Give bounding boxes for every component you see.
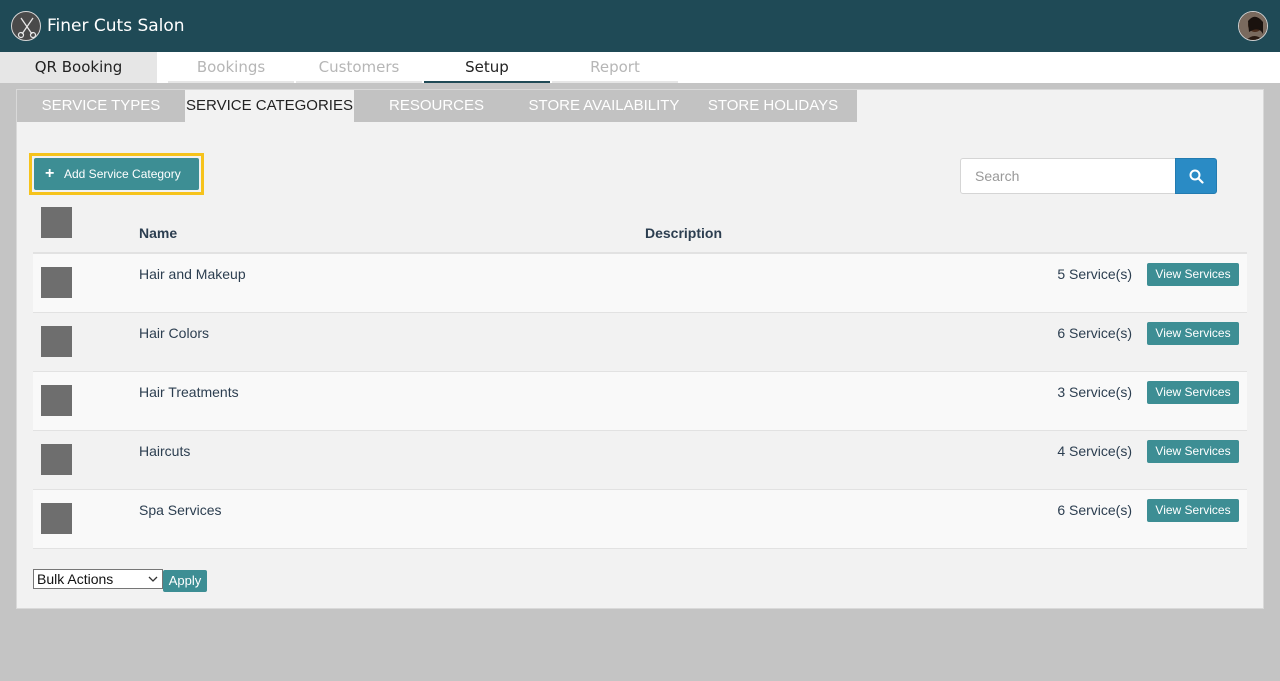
- add-service-category-button[interactable]: + Add Service Category: [34, 158, 199, 190]
- search-input[interactable]: Search: [960, 158, 1176, 194]
- setup-panel: SERVICE TYPES SERVICE CATEGORIES RESOURC…: [16, 89, 1264, 609]
- chevron-down-icon: [148, 576, 158, 582]
- app-title: Finer Cuts Salon: [47, 16, 185, 36]
- table-row: Hair Treatments 3 Service(s) View Servic…: [33, 372, 1247, 431]
- tab-bookings[interactable]: Bookings: [168, 52, 294, 83]
- main-nav: QR Booking Bookings Customers Setup Repo…: [0, 52, 1280, 83]
- subtab-store-holidays[interactable]: STORE HOLIDAYS: [689, 90, 857, 122]
- column-header-name: Name: [139, 225, 178, 241]
- row-checkbox[interactable]: [41, 385, 72, 416]
- table-row: Spa Services 6 Service(s) View Services: [33, 490, 1247, 549]
- row-service-count: 6 Service(s): [1057, 325, 1132, 341]
- tab-setup[interactable]: Setup: [424, 52, 550, 83]
- row-name: Hair Treatments: [139, 384, 239, 400]
- row-service-count: 6 Service(s): [1057, 502, 1132, 518]
- search-icon: [1189, 169, 1204, 184]
- row-checkbox[interactable]: [41, 503, 72, 534]
- service-categories-table: Name Description Hair and Makeup 5 Servi…: [33, 200, 1247, 549]
- row-checkbox[interactable]: [41, 267, 72, 298]
- row-service-count: 4 Service(s): [1057, 443, 1132, 459]
- subtab-store-availability[interactable]: STORE AVAILABILITY: [519, 90, 689, 122]
- subtab-resources[interactable]: RESOURCES: [354, 90, 519, 122]
- row-name: Hair and Makeup: [139, 266, 246, 282]
- table-row: Hair Colors 6 Service(s) View Services: [33, 313, 1247, 372]
- subtab-service-categories[interactable]: SERVICE CATEGORIES: [185, 90, 354, 122]
- scissors-logo-icon: [11, 11, 41, 41]
- search-button[interactable]: [1175, 158, 1217, 194]
- tab-customers[interactable]: Customers: [296, 52, 422, 83]
- user-avatar[interactable]: [1238, 11, 1268, 41]
- view-services-button[interactable]: View Services: [1147, 322, 1239, 345]
- row-service-count: 5 Service(s): [1057, 266, 1132, 282]
- column-header-description: Description: [645, 225, 723, 241]
- view-services-button[interactable]: View Services: [1147, 499, 1239, 522]
- table-header: Name Description: [33, 200, 1247, 254]
- table-row: Haircuts 4 Service(s) View Services: [33, 431, 1247, 490]
- view-services-button[interactable]: View Services: [1147, 381, 1239, 404]
- view-services-button[interactable]: View Services: [1147, 263, 1239, 286]
- select-all-checkbox[interactable]: [41, 207, 72, 238]
- row-name: Spa Services: [139, 502, 222, 518]
- tab-report[interactable]: Report: [552, 52, 678, 83]
- table-row: Hair and Makeup 5 Service(s) View Servic…: [33, 254, 1247, 313]
- row-checkbox[interactable]: [41, 444, 72, 475]
- view-services-button[interactable]: View Services: [1147, 440, 1239, 463]
- bulk-actions-value: Bulk Actions: [37, 571, 114, 587]
- row-name: Hair Colors: [139, 325, 210, 341]
- row-checkbox[interactable]: [41, 326, 72, 357]
- top-bar: Finer Cuts Salon: [0, 0, 1280, 52]
- row-service-count: 3 Service(s): [1057, 384, 1132, 400]
- apply-button[interactable]: Apply: [163, 570, 207, 592]
- row-name: Haircuts: [139, 443, 191, 459]
- tab-qr-booking[interactable]: QR Booking: [0, 52, 157, 83]
- subtab-service-types[interactable]: SERVICE TYPES: [17, 90, 185, 122]
- add-service-category-label: Add Service Category: [64, 167, 181, 181]
- bulk-actions-select[interactable]: Bulk Actions: [33, 569, 163, 589]
- add-button-highlight: + Add Service Category: [29, 153, 204, 195]
- plus-icon: +: [45, 165, 55, 182]
